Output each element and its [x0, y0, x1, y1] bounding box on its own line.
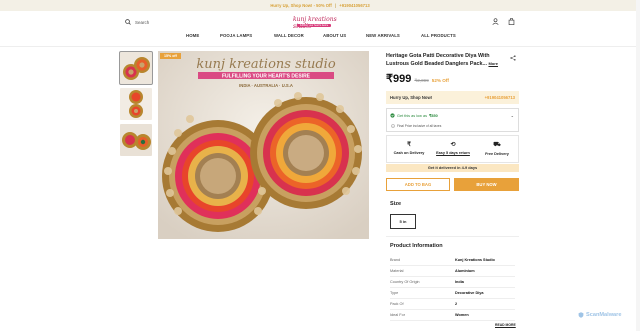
- bag-icon[interactable]: [508, 18, 515, 25]
- svg-text:FULFILLING YOUR HEART'S DESIRE: FULFILLING YOUR HEART'S DESIRE: [222, 74, 311, 80]
- features-strip: ₹ Cash on Delivery ⟲ Easy 5 days return …: [386, 135, 519, 163]
- feature-label: Easy 5 days return: [436, 151, 470, 155]
- info-key: Pack Of: [390, 302, 404, 306]
- info-key: Country Of Origin: [390, 280, 420, 284]
- nav-about-us[interactable]: ABOUT US: [323, 33, 346, 38]
- announcement-text: Hurry Up, Shop Now! - 50% Off: [270, 3, 332, 8]
- info-row: Type Decorative Diya: [390, 288, 515, 299]
- feature-label: Free Delivery: [485, 152, 509, 156]
- share-icon[interactable]: [510, 55, 516, 61]
- info-row: Brand Kunj Kreations Studio: [390, 255, 515, 266]
- announcement-phone[interactable]: +919041056713: [339, 3, 369, 8]
- info-value: Decorative Diya: [455, 291, 484, 295]
- buy-now-button[interactable]: BUY NOW: [454, 178, 519, 191]
- info-icon: [391, 124, 395, 128]
- delivery-estimate: Get it delivered in 4-9 days: [386, 164, 519, 172]
- offer-box[interactable]: Get this as low as ₹850 Final Price incl…: [386, 108, 519, 132]
- nav-wall-decor[interactable]: WALL DECOR: [274, 33, 304, 38]
- discount-badge: 15% off: [160, 53, 181, 59]
- nav-all-products[interactable]: ALL PRODUCTS: [421, 33, 456, 38]
- gallery-thumbnail[interactable]: [119, 51, 153, 85]
- watermark: ScanMalware: [578, 312, 621, 318]
- info-key: Ideal For: [390, 313, 405, 317]
- return-icon: ⟲: [450, 142, 456, 148]
- info-row: Pack Of 2: [390, 299, 515, 310]
- feature-label: Cash on Delivery: [393, 151, 425, 155]
- feature-cod: ₹ Cash on Delivery: [387, 141, 431, 155]
- diya-thumbnail-image: [120, 88, 152, 120]
- read-more-link[interactable]: READ MORE: [495, 323, 516, 327]
- nav-pooja-lamps[interactable]: POOJA LAMPS: [220, 33, 252, 38]
- product-title: Heritage Gota Patti Decorative Diya With…: [386, 53, 504, 69]
- product-info-heading: Product Information: [390, 243, 443, 249]
- info-key: Material: [390, 269, 404, 273]
- diya-thumbnail-image: [120, 52, 152, 84]
- tag-icon: [390, 113, 395, 118]
- product-title-text: Heritage Gota Patti Decorative Diya With…: [386, 53, 490, 68]
- gallery-thumbnail[interactable]: [120, 88, 152, 120]
- search-icon: [125, 19, 131, 25]
- info-row: Material Aluminium: [390, 266, 515, 277]
- info-key: Brand: [390, 258, 401, 262]
- rupee-icon: ₹: [407, 142, 411, 148]
- scrollbar[interactable]: [636, 0, 640, 331]
- svg-text:kunj kreations studio: kunj kreations studio: [196, 57, 335, 72]
- site-logo[interactable]: kunj kreations studio fulfilling your he…: [291, 16, 347, 31]
- main-product-image[interactable]: kunj kreations studio FULFILLING YOUR HE…: [158, 51, 369, 239]
- info-row: Ideal For Women: [390, 310, 515, 321]
- user-icon[interactable]: [492, 18, 499, 25]
- gallery-thumbnail[interactable]: [120, 124, 152, 156]
- hurry-text: Hurry Up, Shop Now!: [390, 95, 433, 100]
- nav-home[interactable]: HOME: [186, 33, 199, 38]
- announcement-separator: |: [334, 3, 337, 8]
- info-value: Aluminium: [455, 269, 475, 273]
- offer-text: Get this as low as: [397, 113, 427, 118]
- main-nav: HOME POOJA LAMPS WALL DECOR ABOUT US NEW…: [0, 33, 640, 45]
- header-divider: [0, 46, 640, 47]
- chevron-down-icon[interactable]: ⌄: [511, 113, 514, 118]
- feature-free-delivery: ⛟ Free Delivery: [475, 141, 519, 156]
- info-value: Women: [455, 313, 469, 317]
- add-to-bag-button[interactable]: ADD TO BAG: [386, 178, 450, 191]
- info-key: Type: [390, 291, 399, 295]
- info-value: 2: [455, 302, 458, 306]
- shield-icon: [578, 312, 584, 318]
- feature-return[interactable]: ⟲ Easy 5 days return: [431, 141, 475, 155]
- svg-text:INDIA · AUSTRALIA · U.S.A: INDIA · AUSTRALIA · U.S.A: [239, 83, 293, 88]
- truck-icon: ⛟: [493, 142, 501, 148]
- logo-text: kunj kreations studio: [293, 16, 337, 30]
- search-box[interactable]: Search: [125, 19, 149, 25]
- diya-thumbnail-image: [120, 124, 152, 156]
- info-value: Kunj Kreations Studio: [455, 258, 495, 262]
- watermark-text: ScanMalware: [586, 312, 622, 318]
- announcement-bar: Hurry Up, Shop Now! - 50% Off | +9190410…: [0, 0, 640, 11]
- info-value: India: [455, 280, 464, 284]
- offer-price: ₹850: [428, 114, 438, 118]
- info-row: Country Of Origin India: [390, 277, 515, 288]
- hurry-phone[interactable]: +919041056713: [485, 91, 515, 104]
- size-option[interactable]: 5 in: [390, 214, 416, 229]
- offer-note: Final Price inclusive of all taxes: [397, 124, 442, 128]
- size-heading: Size: [390, 201, 402, 207]
- mrp-price: ₹2,099: [414, 78, 429, 83]
- search-label: Search: [135, 19, 150, 25]
- site-header: Search kunj kreations studio fulfilling …: [0, 11, 640, 33]
- diya-product-photo: kunj kreations studio FULFILLING YOUR HE…: [158, 51, 369, 239]
- current-price: ₹999: [386, 73, 412, 85]
- hurry-banner: Hurry Up, Shop Now! +919041056713: [386, 91, 519, 104]
- discount-percent: 52% Off: [431, 78, 449, 83]
- nav-new-arrivals[interactable]: NEW ARRIVALS: [366, 33, 400, 38]
- section-divider: [386, 236, 519, 237]
- logo-tagline: fulfilling your heart's desire: [297, 24, 332, 27]
- title-more-link[interactable]: More: [488, 61, 498, 66]
- price-block: ₹999 ₹2,099 52% Off: [386, 72, 449, 85]
